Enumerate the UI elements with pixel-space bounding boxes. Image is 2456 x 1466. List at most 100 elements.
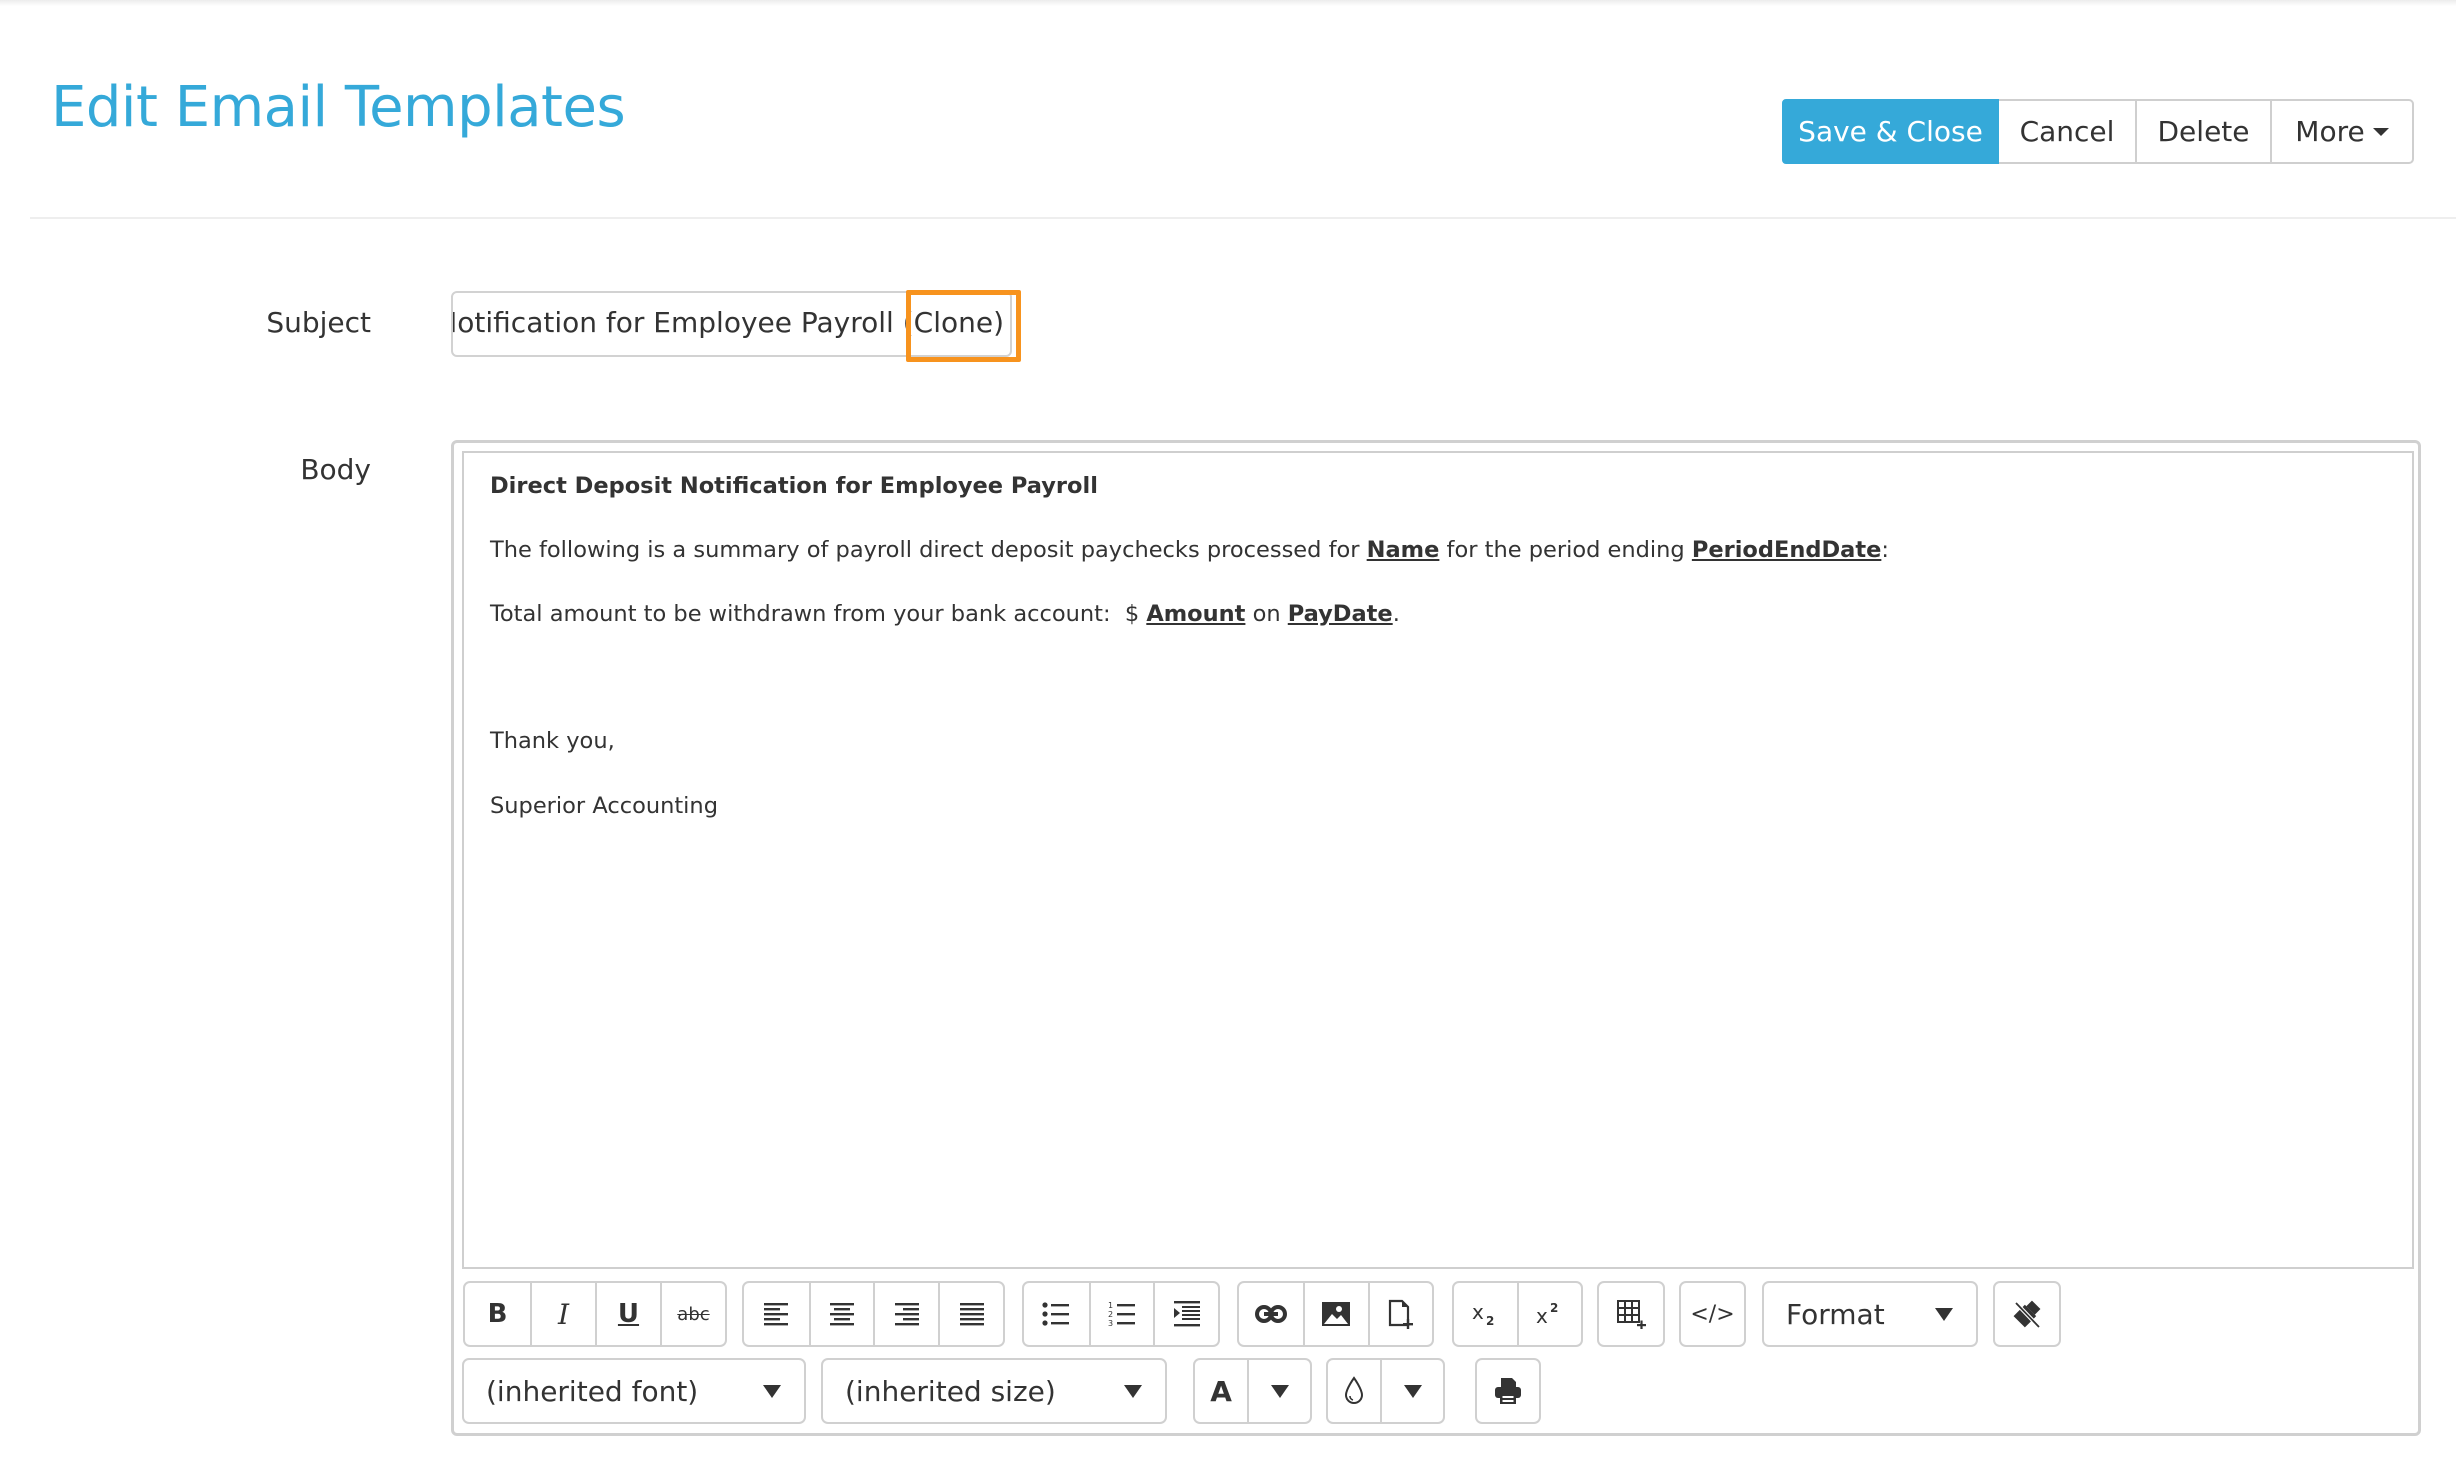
insert-image-button[interactable] — [1303, 1283, 1367, 1345]
align-justify-button[interactable] — [938, 1283, 1003, 1345]
more-dropdown-button[interactable]: More — [2272, 99, 2414, 164]
align-right-icon — [894, 1303, 919, 1326]
code-group: </> — [1679, 1281, 1746, 1347]
svg-text:1: 1 — [1108, 1301, 1113, 1310]
file-add-icon — [1388, 1299, 1413, 1329]
subscript-icon: x2 — [1472, 1301, 1494, 1327]
insert-group — [1237, 1281, 1434, 1347]
font-color-icon: A — [1210, 1374, 1232, 1408]
clear-format-group — [1993, 1281, 2061, 1347]
droplet-icon — [1345, 1376, 1364, 1404]
underline-button[interactable]: U — [594, 1283, 660, 1345]
align-left-button[interactable] — [744, 1283, 809, 1345]
script-group: x2 x2 — [1452, 1281, 1583, 1347]
action-buttons: Save & Close Cancel Delete More — [1782, 99, 2414, 164]
fill-color-group — [1326, 1358, 1445, 1424]
caret-down-icon — [1124, 1384, 1142, 1398]
more-label: More — [2295, 115, 2365, 148]
list-group: 123 — [1022, 1281, 1220, 1347]
caret-down-icon — [763, 1384, 781, 1398]
format-dropdown[interactable]: Format — [1762, 1281, 1978, 1347]
svg-text:2: 2 — [1486, 1314, 1494, 1327]
text-style-group: B I U abc — [463, 1281, 727, 1347]
eraser-icon — [2013, 1300, 2041, 1329]
font-size-select[interactable]: (inherited size) — [821, 1358, 1167, 1424]
body-closing: Thank you, — [490, 728, 615, 754]
superscript-button[interactable]: x2 — [1517, 1283, 1581, 1345]
insert-link-button[interactable] — [1239, 1283, 1303, 1345]
italic-icon: I — [557, 1297, 570, 1331]
body-signature: Superior Accounting — [490, 793, 718, 819]
print-group — [1475, 1358, 1541, 1424]
align-left-icon — [764, 1303, 789, 1326]
body-line-amount: Total amount to be withdrawn from your b… — [490, 601, 1400, 627]
print-button[interactable] — [1477, 1360, 1539, 1422]
link-icon — [1255, 1305, 1288, 1323]
image-icon — [1322, 1302, 1351, 1326]
cancel-button[interactable]: Cancel — [1999, 99, 2137, 164]
font-size-value: (inherited size) — [845, 1374, 1056, 1408]
text: on — [1245, 601, 1288, 627]
alignment-group — [742, 1281, 1005, 1347]
svg-text:2: 2 — [1550, 1301, 1558, 1315]
insert-file-button[interactable] — [1367, 1283, 1432, 1345]
page-title: Edit Email Templates — [51, 75, 626, 140]
svg-text:2: 2 — [1108, 1310, 1113, 1319]
insert-table-button[interactable] — [1599, 1283, 1663, 1345]
bold-button[interactable]: B — [465, 1283, 530, 1345]
fill-color-dropdown[interactable] — [1380, 1360, 1443, 1422]
font-color-button[interactable]: A — [1195, 1360, 1247, 1422]
font-family-value: (inherited font) — [486, 1374, 699, 1408]
align-right-button[interactable] — [873, 1283, 938, 1345]
text: for the period ending — [1439, 537, 1692, 563]
strikethrough-button[interactable]: abc — [659, 1283, 725, 1345]
merge-field-name: Name — [1366, 537, 1440, 563]
subject-label: Subject — [266, 306, 371, 339]
underline-icon: U — [617, 1299, 640, 1329]
format-caret — [1912, 1283, 1976, 1345]
caret-down-icon — [2372, 127, 2389, 136]
svg-text:x: x — [1472, 1301, 1484, 1324]
align-center-button[interactable] — [808, 1283, 874, 1345]
source-code-button[interactable]: </> — [1681, 1283, 1744, 1345]
delete-button[interactable]: Delete — [2137, 99, 2272, 164]
unordered-list-icon — [1042, 1302, 1070, 1326]
merge-field-period-end-date: PeriodEndDate — [1691, 537, 1882, 563]
body-label: Body — [300, 453, 371, 486]
italic-button[interactable]: I — [529, 1283, 595, 1345]
table-add-icon — [1617, 1300, 1646, 1329]
clear-formatting-button[interactable] — [1995, 1283, 2059, 1345]
body-line-summary: The following is a summary of payroll di… — [490, 537, 1889, 563]
svg-text:3: 3 — [1108, 1319, 1113, 1327]
body-heading: Direct Deposit Notification for Employee… — [490, 473, 1098, 499]
align-justify-icon — [959, 1303, 984, 1326]
merge-field-amount: Amount — [1146, 601, 1246, 627]
code-icon: </> — [1690, 1301, 1735, 1327]
unordered-list-button[interactable] — [1024, 1283, 1089, 1345]
font-color-group: A — [1193, 1358, 1312, 1424]
font-color-dropdown[interactable] — [1247, 1360, 1310, 1422]
table-group — [1597, 1281, 1665, 1347]
fill-color-button[interactable] — [1328, 1360, 1380, 1422]
text: . — [1392, 601, 1400, 627]
font-family-select[interactable]: (inherited font) — [462, 1358, 806, 1424]
merge-field-pay-date: PayDate — [1287, 601, 1393, 627]
caret-down-icon — [1270, 1384, 1289, 1398]
editor-content-area[interactable]: Direct Deposit Notification for Employee… — [462, 451, 2414, 1269]
top-shadow — [0, 0, 2456, 6]
bold-icon: B — [487, 1299, 508, 1329]
ordered-list-icon: 123 — [1108, 1301, 1135, 1327]
format-label: Format — [1786, 1297, 1885, 1331]
clone-highlight-box — [906, 290, 1021, 362]
text: : — [1881, 537, 1889, 563]
text: The following is a summary of payroll di… — [490, 537, 1367, 563]
strikethrough-icon: abc — [677, 1303, 710, 1325]
subscript-button[interactable]: x2 — [1454, 1283, 1517, 1345]
indent-button[interactable] — [1153, 1283, 1218, 1345]
ordered-list-button[interactable]: 123 — [1088, 1283, 1154, 1345]
indent-icon — [1173, 1301, 1200, 1327]
header-divider — [30, 217, 2456, 219]
text: Total amount to be withdrawn from your b… — [490, 601, 1147, 627]
save-close-button[interactable]: Save & Close — [1782, 99, 1999, 164]
svg-text:x: x — [1536, 1304, 1548, 1327]
